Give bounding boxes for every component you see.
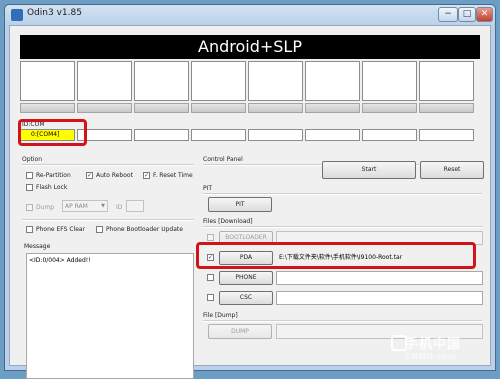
re-partition-checkbox[interactable] bbox=[26, 172, 33, 179]
progress-bar-6 bbox=[362, 103, 417, 113]
com-port-2 bbox=[134, 129, 189, 141]
progress-bar-5 bbox=[305, 103, 360, 113]
device-slot-0 bbox=[20, 61, 75, 101]
message-group-title: Message bbox=[24, 243, 51, 250]
phone-checkbox[interactable] bbox=[207, 274, 214, 281]
progress-bar-7 bbox=[419, 103, 474, 113]
chevron-down-icon: ▼ bbox=[101, 203, 105, 209]
files-divider bbox=[203, 226, 482, 228]
progress-bar-2 bbox=[134, 103, 189, 113]
file-dump-title: File [Dump] bbox=[203, 312, 238, 319]
progress-bar-0 bbox=[20, 103, 75, 113]
minimize-button[interactable]: − bbox=[438, 7, 458, 22]
control-panel-title: Control Panel bbox=[203, 156, 243, 163]
odin-window: Odin3 v1.85 − □ ✕ Android+SLP ID:COM 0:[… bbox=[4, 4, 496, 379]
file-dump-divider bbox=[203, 320, 482, 322]
phone-efs-clear-checkbox[interactable] bbox=[26, 226, 33, 233]
auto-reboot-checkbox[interactable]: ✓ bbox=[86, 172, 93, 179]
dump-target-value: AP RAM bbox=[65, 203, 88, 210]
flash-lock-checkbox[interactable] bbox=[26, 184, 33, 191]
watermark-line-1: 手机中国 bbox=[405, 337, 462, 352]
dump-label: Dump bbox=[36, 204, 55, 211]
id-input[interactable] bbox=[126, 200, 144, 212]
device-slot-3 bbox=[191, 61, 246, 101]
phone-button[interactable]: PHONE bbox=[219, 271, 273, 285]
com-port-3 bbox=[191, 129, 246, 141]
pda-highlight-box bbox=[196, 242, 476, 269]
maximize-button[interactable]: □ bbox=[458, 7, 476, 22]
start-button[interactable]: Start bbox=[322, 161, 416, 179]
device-slot-4 bbox=[248, 61, 303, 101]
progress-bar-4 bbox=[248, 103, 303, 113]
dump-checkbox[interactable] bbox=[26, 204, 33, 211]
device-slot-1 bbox=[77, 61, 132, 101]
bootloader-checkbox[interactable] bbox=[207, 234, 214, 241]
main-panel: Android+SLP ID:COM 0:[COM4] Option Re-Pa… bbox=[9, 25, 491, 379]
csc-button[interactable]: CSC bbox=[219, 291, 273, 305]
phone-path-field[interactable] bbox=[276, 271, 483, 285]
pit-button[interactable]: PIT bbox=[208, 197, 272, 212]
com-highlight-box bbox=[18, 119, 87, 146]
window-title: Odin3 v1.85 bbox=[27, 8, 82, 18]
f-reset-time-checkbox[interactable]: ✓ bbox=[143, 172, 150, 179]
dump-target-select[interactable]: AP RAM ▼ bbox=[62, 200, 108, 212]
progress-bar-3 bbox=[191, 103, 246, 113]
auto-reboot-label: Auto Reboot bbox=[96, 172, 133, 179]
device-slot-6 bbox=[362, 61, 417, 101]
files-download-title: Files [Download] bbox=[203, 218, 253, 225]
device-slot-5 bbox=[305, 61, 360, 101]
phone-bootloader-update-label: Phone Bootloader Update bbox=[106, 226, 183, 233]
option-divider bbox=[22, 164, 194, 166]
app-icon bbox=[11, 9, 23, 21]
reset-button[interactable]: Reset bbox=[420, 161, 484, 179]
close-button[interactable]: ✕ bbox=[476, 7, 493, 22]
csc-path-field[interactable] bbox=[276, 291, 483, 305]
id-label: ID bbox=[116, 204, 123, 211]
device-slot-7 bbox=[419, 61, 474, 101]
watermark: 手机中国 CNMO.com bbox=[405, 333, 461, 361]
pit-divider bbox=[203, 193, 482, 195]
option-group-title: Option bbox=[22, 156, 43, 163]
progress-bar-1 bbox=[77, 103, 132, 113]
f-reset-time-label: F. Reset Time bbox=[153, 172, 193, 179]
com-port-5 bbox=[305, 129, 360, 141]
device-banner: Android+SLP bbox=[20, 35, 480, 59]
message-log[interactable]: <ID:0/004> Added!! bbox=[26, 253, 194, 379]
phone-efs-clear-label: Phone EFS Clear bbox=[36, 226, 86, 233]
csc-checkbox[interactable] bbox=[207, 294, 214, 301]
pit-group-title: PIT bbox=[203, 185, 213, 192]
com-port-7 bbox=[419, 129, 474, 141]
re-partition-label: Re-Partition bbox=[36, 172, 71, 179]
com-port-4 bbox=[248, 129, 303, 141]
title-bar[interactable]: Odin3 v1.85 − □ ✕ bbox=[5, 5, 495, 25]
option-divider-2 bbox=[22, 219, 194, 221]
flash-lock-label: Flash Lock bbox=[36, 184, 68, 191]
dump-button[interactable]: DUMP bbox=[208, 324, 272, 339]
watermark-line-2: CNMO.com bbox=[405, 352, 458, 361]
phone-bootloader-update-checkbox[interactable] bbox=[96, 226, 103, 233]
com-port-6 bbox=[362, 129, 417, 141]
device-slot-2 bbox=[134, 61, 189, 101]
